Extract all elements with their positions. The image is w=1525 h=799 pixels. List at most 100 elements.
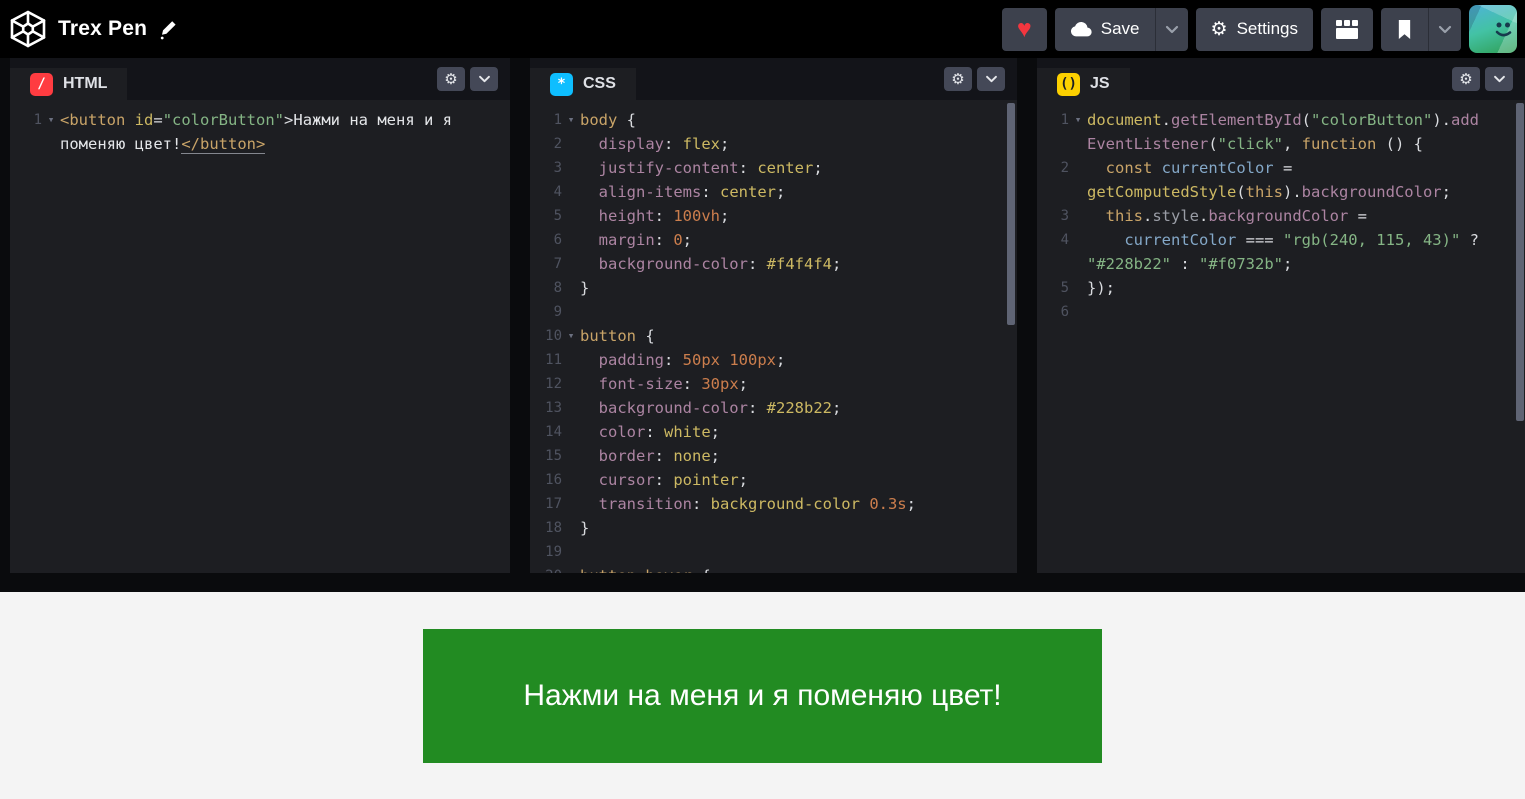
- chevron-down-icon: [985, 75, 998, 83]
- code-line: getComputedStyle(this).backgroundColor;: [1037, 180, 1525, 204]
- code-line: EventListener("click", function () {: [1037, 132, 1525, 156]
- save-button[interactable]: Save: [1055, 8, 1155, 51]
- fold-gutter: [562, 468, 580, 492]
- avatar-smiley-icon: [1469, 5, 1517, 53]
- code-line: 5 height: 100vh;: [530, 204, 1017, 228]
- js-settings-button[interactable]: ⚙: [1452, 67, 1480, 91]
- tab-css[interactable]: * CSS: [530, 68, 636, 100]
- chevron-down-icon: [1438, 25, 1452, 34]
- js-scrollbar-thumb[interactable]: [1516, 103, 1524, 421]
- editors-region: / HTML ⚙ 1▾<button id="colorButton">Нажм…: [0, 58, 1525, 592]
- code-line: 18}: [530, 516, 1017, 540]
- css-icon: *: [550, 73, 573, 96]
- settings-button[interactable]: ⚙ Settings: [1196, 8, 1313, 51]
- css-collapse-button[interactable]: [977, 67, 1005, 91]
- code-line: поменяю цвет!</button>: [10, 132, 510, 156]
- fold-gutter: [1069, 132, 1087, 156]
- code-line: 12 font-size: 30px;: [530, 372, 1017, 396]
- fold-arrow-icon[interactable]: ▾: [562, 108, 580, 132]
- change-view-button[interactable]: [1321, 8, 1373, 51]
- user-avatar[interactable]: [1469, 5, 1517, 53]
- fold-gutter: [1069, 204, 1087, 228]
- like-button[interactable]: ♥: [1002, 8, 1047, 51]
- fold-gutter: [562, 396, 580, 420]
- code-line: 16 cursor: pointer;: [530, 468, 1017, 492]
- code-line: 19: [530, 540, 1017, 564]
- gear-icon: ⚙: [1211, 20, 1228, 39]
- save-options-caret[interactable]: [1155, 8, 1188, 51]
- settings-label: Settings: [1237, 19, 1298, 39]
- fold-arrow-icon[interactable]: ▾: [562, 324, 580, 348]
- fold-gutter: [562, 372, 580, 396]
- fold-gutter: [562, 348, 580, 372]
- code-line: 17 transition: background-color 0.3s;: [530, 492, 1017, 516]
- html-editor-panel: / HTML ⚙ 1▾<button id="colorButton">Нажм…: [10, 58, 510, 573]
- chevron-down-icon: [478, 75, 491, 83]
- fold-arrow-icon[interactable]: ▾: [1069, 108, 1087, 132]
- code-line: 2 display: flex;: [530, 132, 1017, 156]
- fold-gutter: [1069, 228, 1087, 252]
- fold-gutter: [1069, 276, 1087, 300]
- code-line: 13 background-color: #228b22;: [530, 396, 1017, 420]
- js-icon: (): [1057, 73, 1080, 96]
- preview-pane: Нажми на меня и я поменяю цвет!: [0, 592, 1525, 799]
- edit-title-pencil-icon[interactable]: [159, 18, 179, 40]
- fold-arrow-icon[interactable]: ▾: [562, 564, 580, 573]
- codepen-editor-page: Trex Pen ♥ Save: [0, 0, 1525, 799]
- tab-html[interactable]: / HTML: [10, 68, 127, 100]
- fold-gutter: [1069, 180, 1087, 204]
- collection-button-group: [1381, 8, 1461, 51]
- code-line: 11 padding: 50px 100px;: [530, 348, 1017, 372]
- pen-title: Trex Pen: [58, 17, 147, 41]
- js-collapse-button[interactable]: [1485, 67, 1513, 91]
- html-editor-header: / HTML ⚙: [10, 58, 510, 100]
- bookmark-button[interactable]: [1381, 8, 1428, 51]
- code-line: 4 currentColor === "rgb(240, 115, 43)" ?: [1037, 228, 1525, 252]
- bookmark-icon: [1396, 19, 1413, 40]
- fold-gutter: [42, 132, 60, 156]
- fold-arrow-icon[interactable]: ▾: [42, 108, 60, 132]
- fold-gutter: [562, 204, 580, 228]
- css-code-editor[interactable]: 1▾body {2 display: flex;3 justify-conten…: [530, 100, 1017, 573]
- fold-gutter: [562, 444, 580, 468]
- gear-icon: ⚙: [1459, 72, 1472, 87]
- codepen-logo-icon[interactable]: [8, 9, 48, 49]
- code-line: 6: [1037, 300, 1525, 324]
- fold-gutter: [562, 252, 580, 276]
- chevron-down-icon: [1493, 75, 1506, 83]
- layout-view-icon: [1336, 20, 1358, 39]
- html-code-editor[interactable]: 1▾<button id="colorButton">Нажми на меня…: [10, 100, 510, 156]
- heart-icon: ♥: [1017, 17, 1032, 42]
- bookmark-options-caret[interactable]: [1428, 8, 1461, 51]
- html-settings-button[interactable]: ⚙: [437, 67, 465, 91]
- code-line: 6 margin: 0;: [530, 228, 1017, 252]
- code-line: 3 justify-content: center;: [530, 156, 1017, 180]
- html-icon: /: [30, 73, 53, 96]
- code-line: 1▾document.getElementById("colorButton")…: [1037, 108, 1525, 132]
- tab-js[interactable]: () JS: [1037, 68, 1130, 100]
- css-scrollbar-thumb[interactable]: [1007, 103, 1015, 325]
- tab-label: HTML: [63, 75, 107, 93]
- js-code-editor[interactable]: 1▾document.getElementById("colorButton")…: [1037, 100, 1525, 324]
- fold-gutter: [562, 228, 580, 252]
- fold-gutter: [562, 180, 580, 204]
- preview-color-button[interactable]: Нажми на меня и я поменяю цвет!: [423, 629, 1101, 763]
- fold-gutter: [1069, 300, 1087, 324]
- code-line: 1▾body {: [530, 108, 1017, 132]
- code-line: 2 const currentColor =: [1037, 156, 1525, 180]
- fold-gutter: [562, 132, 580, 156]
- code-line: 4 align-items: center;: [530, 180, 1017, 204]
- gear-icon: ⚙: [951, 72, 964, 87]
- code-line: 14 color: white;: [530, 420, 1017, 444]
- fold-gutter: [562, 492, 580, 516]
- gear-icon: ⚙: [444, 72, 457, 87]
- html-collapse-button[interactable]: [470, 67, 498, 91]
- code-line: 20▾button:hover {: [530, 564, 1017, 573]
- fold-gutter: [562, 276, 580, 300]
- code-line: 15 border: none;: [530, 444, 1017, 468]
- tab-label: CSS: [583, 75, 616, 93]
- css-editor-panel: * CSS ⚙ 1▾body {2 display: flex;3 justif…: [530, 58, 1017, 573]
- css-settings-button[interactable]: ⚙: [944, 67, 972, 91]
- fold-gutter: [562, 156, 580, 180]
- fold-gutter: [562, 516, 580, 540]
